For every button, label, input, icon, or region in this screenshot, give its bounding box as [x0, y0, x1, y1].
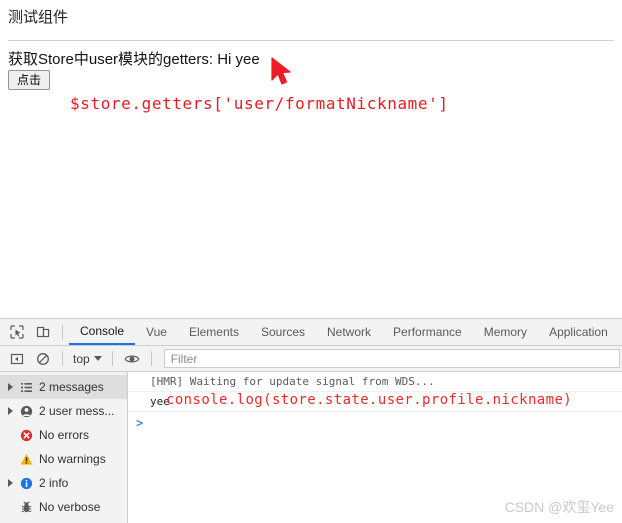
inspect-element-icon[interactable] [4, 320, 30, 344]
device-toolbar-icon[interactable] [30, 320, 56, 344]
page-title: 测试组件 [8, 9, 69, 26]
warning-icon [16, 453, 36, 466]
tab-sources-label: Sources [260, 325, 305, 339]
toolbar-divider-1 [62, 351, 63, 366]
tab-console-label: Console [80, 324, 125, 338]
tab-elements[interactable]: Elements [178, 319, 250, 345]
tab-performance-label: Performance [393, 325, 462, 339]
clear-console-icon[interactable] [30, 347, 56, 371]
sidebar-item-user-messages-label: 2 user mess... [39, 404, 115, 418]
devtools-tabbar: Console Vue Elements Sources Network Per… [0, 319, 622, 346]
list-icon [16, 381, 36, 394]
code-annotation-text: $store.getters['user/formatNickname'] [70, 94, 449, 113]
eye-icon[interactable] [119, 347, 145, 371]
tab-vue[interactable]: Vue [135, 319, 178, 345]
web-page-content: 测试组件 获取Store中user模块的getters: Hi yee 点击 $… [0, 0, 622, 318]
console-sidebar: 2 messages 2 user mess... No errors No w… [0, 372, 128, 523]
sidebar-item-warnings-label: No warnings [39, 452, 106, 466]
sidebar-item-verbose-label: No verbose [39, 500, 101, 514]
sidebar-item-messages[interactable]: 2 messages [0, 375, 127, 399]
sidebar-item-user-messages[interactable]: 2 user mess... [0, 399, 127, 423]
tab-application[interactable]: Application [538, 319, 619, 345]
expand-triangle-icon[interactable] [4, 407, 16, 415]
tab-vue-label: Vue [146, 325, 167, 339]
bug-icon [16, 500, 36, 514]
console-prompt[interactable]: > [128, 412, 622, 434]
tab-network-label: Network [327, 325, 372, 339]
page-divider [8, 40, 614, 41]
sidebar-item-errors[interactable]: No errors [0, 423, 127, 447]
getters-output-text: 获取Store中user模块的getters: Hi yee [8, 51, 260, 68]
sidebar-item-errors-label: No errors [39, 428, 90, 442]
watermark: CSDN @欢玺Yee [504, 499, 614, 515]
red-cursor-arrow-icon [271, 57, 291, 85]
tab-memory[interactable]: Memory [473, 319, 538, 345]
tabbar-divider [62, 324, 63, 340]
tab-performance[interactable]: Performance [382, 319, 473, 345]
expand-triangle-icon[interactable] [4, 479, 16, 487]
tab-sources[interactable]: Sources [250, 319, 316, 345]
tab-elements-label: Elements [188, 325, 239, 339]
console-annotation-text: console.log(store.state.user.profile.nic… [166, 392, 573, 408]
filter-input[interactable] [163, 349, 620, 368]
sidebar-item-messages-label: 2 messages [39, 380, 104, 394]
devtools-panel: Console Vue Elements Sources Network Per… [0, 318, 622, 523]
expand-triangle-icon[interactable] [4, 383, 16, 391]
tab-console[interactable]: Console [69, 319, 136, 345]
sidebar-toggle-icon[interactable] [4, 347, 30, 371]
info-icon [16, 477, 36, 490]
execution-context-select[interactable]: top [69, 352, 106, 366]
sidebar-item-info-label: 2 info [39, 476, 69, 490]
tab-network[interactable]: Network [316, 319, 382, 345]
log-message-hmr: [HMR] Waiting for update signal from WDS… [128, 372, 622, 392]
user-icon [16, 405, 36, 418]
prompt-caret-icon: > [136, 416, 144, 430]
toolbar-divider-3 [150, 351, 152, 366]
sidebar-item-info[interactable]: 2 info [0, 471, 127, 495]
chevron-down-icon [93, 356, 102, 361]
console-toolbar: top [0, 346, 622, 372]
toolbar-divider-2 [111, 351, 113, 366]
error-icon [16, 429, 36, 442]
tab-application-label: Application [549, 325, 608, 339]
click-button[interactable]: 点击 [8, 70, 51, 90]
execution-context-label: top [73, 351, 90, 366]
tab-memory-label: Memory [483, 325, 528, 339]
sidebar-item-verbose[interactable]: No verbose [0, 495, 127, 519]
sidebar-item-warnings[interactable]: No warnings [0, 447, 127, 471]
